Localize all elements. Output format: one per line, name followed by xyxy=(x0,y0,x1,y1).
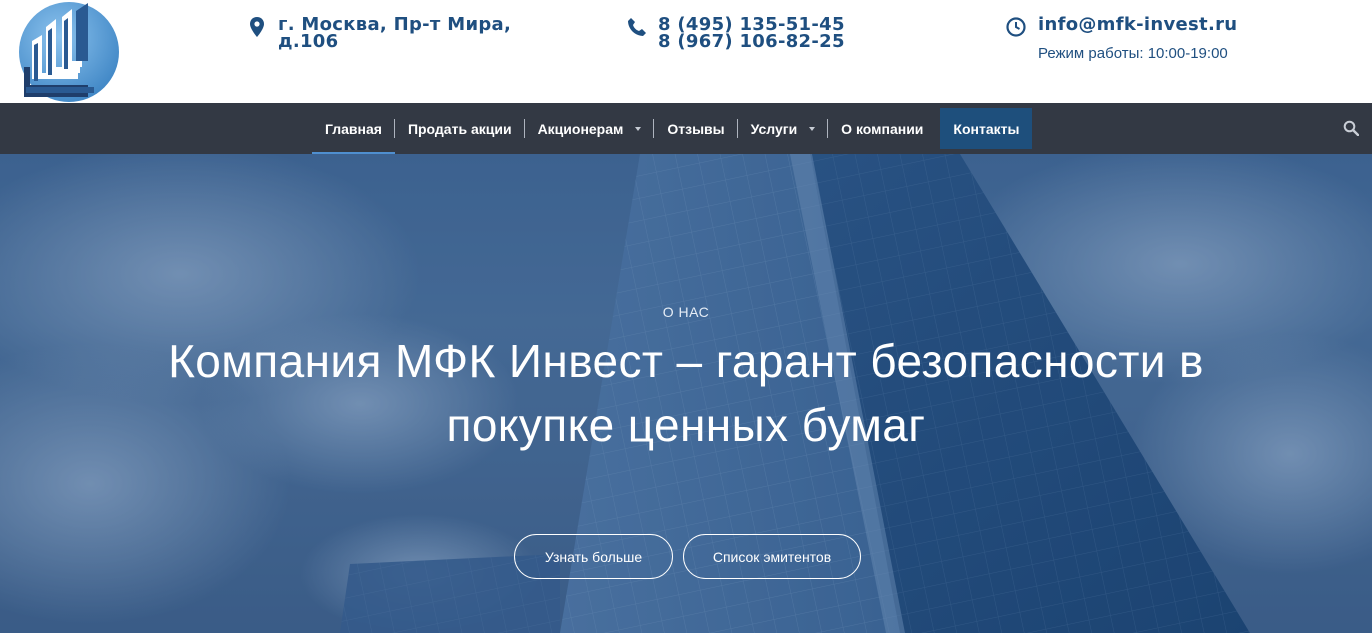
nav-menu: Главная Продать акции Акционерам Отзывы … xyxy=(312,108,1033,154)
clock-icon xyxy=(1006,17,1026,37)
issuers-list-button[interactable]: Список эмитентов xyxy=(683,534,861,579)
caret-down-icon xyxy=(809,126,816,131)
hero-section: О НАС Компания МФК Инвест – гарант безоп… xyxy=(0,154,1372,633)
phone-icon xyxy=(628,18,646,36)
nav-item-label: Главная xyxy=(325,120,382,137)
nav-item-sell-shares[interactable]: Продать акции xyxy=(395,108,525,149)
nav-item-label: О компании xyxy=(841,120,924,137)
phone-number-2[interactable]: 8 (967) 106-82-25 xyxy=(658,33,878,51)
hero-eyebrow: О НАС xyxy=(662,304,710,320)
caret-down-icon xyxy=(635,126,642,131)
hero-title-line-2: покупке ценных бумаг xyxy=(446,399,926,451)
learn-more-button[interactable]: Узнать больше xyxy=(514,534,673,579)
nav-item-about[interactable]: О компании xyxy=(828,108,936,149)
nav-item-label: Продать акции xyxy=(407,120,512,137)
working-hours: Режим работы: 10:00-19:00 xyxy=(1038,45,1228,62)
map-marker-icon xyxy=(250,17,264,37)
nav-item-shareholders[interactable]: Акционерам xyxy=(525,108,655,149)
company-logo[interactable] xyxy=(18,1,120,103)
nav-item-reviews[interactable]: Отзывы xyxy=(654,108,738,149)
nav-item-contacts[interactable]: Контакты xyxy=(940,108,1033,149)
nav-item-label: Отзывы xyxy=(667,120,725,137)
nav-item-label: Услуги xyxy=(750,120,798,137)
email-link[interactable]: info@mfk-invest.ru xyxy=(1038,15,1237,35)
nav-item-home[interactable]: Главная xyxy=(312,108,395,154)
nav-item-label: Контакты xyxy=(953,120,1020,137)
site-header: г. Москва, Пр-т Мира, д.106 8 (495) 135-… xyxy=(0,0,1372,103)
hero-title: Компания МФК Инвест – гарант безопасност… xyxy=(20,329,1352,457)
address-line-2: д.106 xyxy=(278,31,339,52)
hero-title-line-1: Компания МФК Инвест – гарант безопасност… xyxy=(168,335,1204,387)
nav-item-label: Акционерам xyxy=(537,120,624,137)
nav-item-services[interactable]: Услуги xyxy=(738,108,829,149)
main-navigation: Главная Продать акции Акционерам Отзывы … xyxy=(0,103,1372,154)
search-icon[interactable] xyxy=(1343,120,1359,136)
